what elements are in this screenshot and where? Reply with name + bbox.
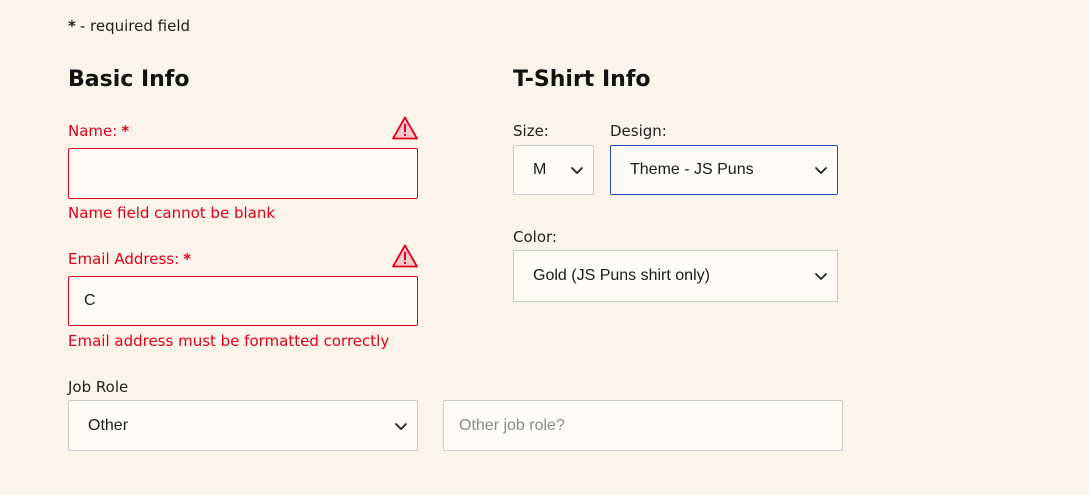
design-selected-value: Theme - JS Puns (630, 161, 754, 178)
basic-info-heading: Basic Info (68, 67, 190, 92)
chevron-down-icon (815, 273, 827, 280)
chevron-down-icon (571, 167, 583, 174)
design-label: Design: (610, 122, 667, 140)
size-label: Size: (513, 122, 549, 140)
name-required-marker: * (121, 122, 130, 140)
size-selected-value: M (533, 161, 547, 178)
email-input-value: C (84, 292, 96, 309)
job-role-label: Job Role (68, 378, 129, 396)
email-label-text: Email Address: (68, 250, 180, 268)
design-select[interactable]: Theme - JS Puns (610, 145, 838, 195)
name-input[interactable] (68, 148, 418, 199)
color-label: Color: (513, 228, 557, 246)
tshirt-info-heading: T-Shirt Info (513, 67, 651, 92)
email-error-message: Email address must be formatted correctl… (68, 332, 390, 350)
other-job-role-placeholder: Other job role? (459, 416, 565, 434)
email-label: Email Address: * (68, 249, 191, 269)
email-warning-icon (392, 244, 418, 268)
required-field-note: * - required field (68, 16, 190, 36)
email-required-marker: * (183, 250, 192, 268)
name-label-text: Name: (68, 122, 118, 140)
color-selected-value: Gold (JS Puns shirt only) (533, 267, 710, 284)
name-warning-icon (392, 116, 418, 140)
chevron-down-icon (395, 422, 407, 430)
job-role-selected-value: Other (88, 416, 129, 434)
job-role-select[interactable]: Other (68, 400, 418, 451)
size-select[interactable]: M (513, 145, 594, 195)
email-input[interactable]: C (68, 276, 418, 326)
required-note-text: - required field (79, 17, 191, 35)
name-label: Name: * (68, 121, 129, 141)
name-error-message: Name field cannot be blank (68, 204, 276, 222)
other-job-role-input[interactable]: Other job role? (443, 400, 843, 451)
chevron-down-icon (815, 167, 827, 174)
color-select[interactable]: Gold (JS Puns shirt only) (513, 250, 838, 302)
required-star: * (68, 17, 76, 35)
